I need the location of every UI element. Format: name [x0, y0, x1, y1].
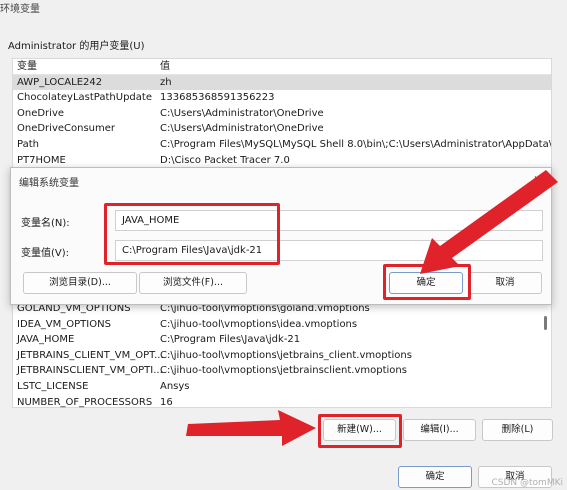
annotation-arrows — [186, 170, 558, 446]
arrow-to-dialog-ok-icon — [420, 170, 558, 274]
watermark: CSDN @tomMKi — [491, 478, 564, 488]
arrow-to-new-button-icon — [186, 410, 316, 446]
